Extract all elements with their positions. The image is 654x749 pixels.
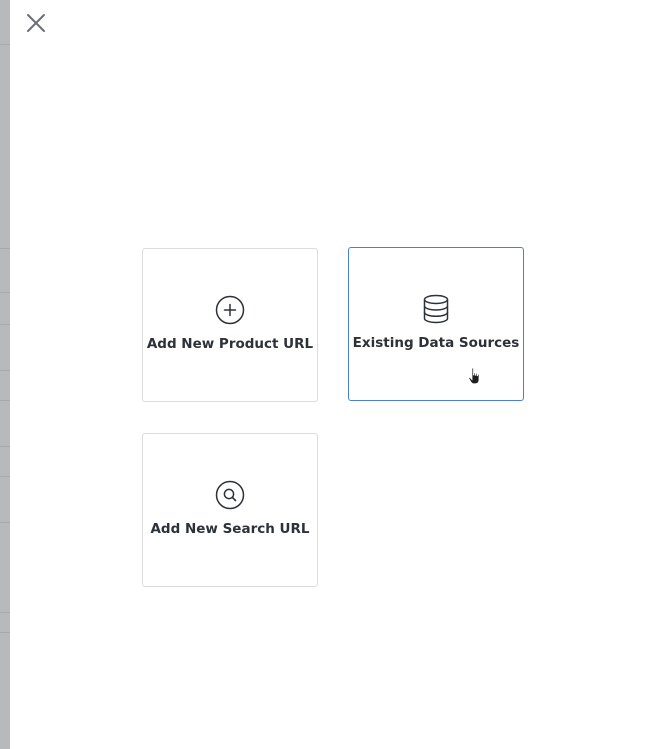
search-circle-icon <box>215 480 245 510</box>
existing-data-sources-label: Existing Data Sources <box>352 335 520 351</box>
add-search-url-label: Add New Search URL <box>150 521 310 537</box>
underlying-page-edge <box>0 0 10 749</box>
existing-data-sources-card[interactable]: Existing Data Sources <box>348 247 524 401</box>
plus-circle-icon <box>215 295 245 325</box>
hand-cursor-icon <box>468 367 480 385</box>
database-icon <box>421 294 451 324</box>
add-product-url-label: Add New Product URL <box>146 336 314 352</box>
close-button[interactable] <box>25 12 47 34</box>
data-source-dialog: Add New Product URL Existing Data Source… <box>10 0 654 749</box>
add-product-url-card[interactable]: Add New Product URL <box>142 248 318 402</box>
close-icon <box>27 14 45 32</box>
page: Add New Product URL Existing Data Source… <box>0 0 654 749</box>
add-search-url-card[interactable]: Add New Search URL <box>142 433 318 587</box>
